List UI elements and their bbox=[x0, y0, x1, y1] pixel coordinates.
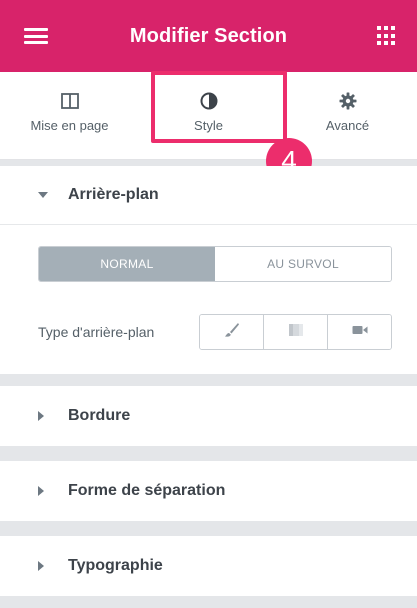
brush-icon bbox=[224, 322, 240, 343]
panel-header: Modifier Section bbox=[0, 0, 417, 72]
background-type-video[interactable] bbox=[328, 315, 391, 349]
state-normal-tab[interactable]: NORMAL bbox=[39, 247, 215, 281]
background-section: Arrière-plan NORMAL AU SURVOL Type d'arr… bbox=[0, 166, 417, 374]
layout-columns-icon bbox=[60, 90, 79, 112]
state-switcher: NORMAL AU SURVOL bbox=[38, 246, 392, 282]
section-divider bbox=[0, 224, 417, 225]
typography-section-header[interactable]: Typographie bbox=[0, 536, 417, 596]
shape-divider-section-header[interactable]: Forme de séparation bbox=[0, 461, 417, 521]
border-section-title: Bordure bbox=[68, 407, 131, 424]
tab-layout-label: Mise en page bbox=[30, 118, 109, 133]
caret-right-icon bbox=[38, 561, 56, 571]
border-section-header[interactable]: Bordure bbox=[0, 386, 417, 446]
background-type-choices bbox=[199, 314, 392, 350]
tab-advanced-label: Avancé bbox=[325, 118, 370, 133]
style-tab-highlight bbox=[151, 71, 287, 143]
caret-down-icon bbox=[38, 192, 56, 198]
background-type-control: Type d'arrière-plan bbox=[38, 314, 392, 350]
gradient-icon bbox=[288, 323, 304, 342]
caret-right-icon bbox=[38, 411, 56, 421]
background-type-classic[interactable] bbox=[200, 315, 265, 349]
video-icon bbox=[352, 323, 368, 341]
shape-divider-section-title: Forme de séparation bbox=[68, 482, 226, 499]
typography-section-title: Typographie bbox=[68, 557, 163, 574]
gear-icon bbox=[339, 90, 357, 112]
hamburger-menu-icon[interactable] bbox=[24, 24, 48, 48]
caret-right-icon bbox=[38, 486, 56, 496]
background-type-label: Type d'arrière-plan bbox=[38, 324, 155, 340]
background-section-title: Arrière-plan bbox=[68, 186, 159, 203]
background-type-gradient[interactable] bbox=[264, 315, 329, 349]
tab-layout[interactable]: Mise en page bbox=[0, 72, 139, 159]
background-section-header[interactable]: Arrière-plan bbox=[0, 166, 417, 224]
panel-title: Modifier Section bbox=[129, 24, 288, 47]
state-hover-tab[interactable]: AU SURVOL bbox=[215, 247, 391, 281]
widgets-grid-icon[interactable] bbox=[377, 26, 397, 46]
